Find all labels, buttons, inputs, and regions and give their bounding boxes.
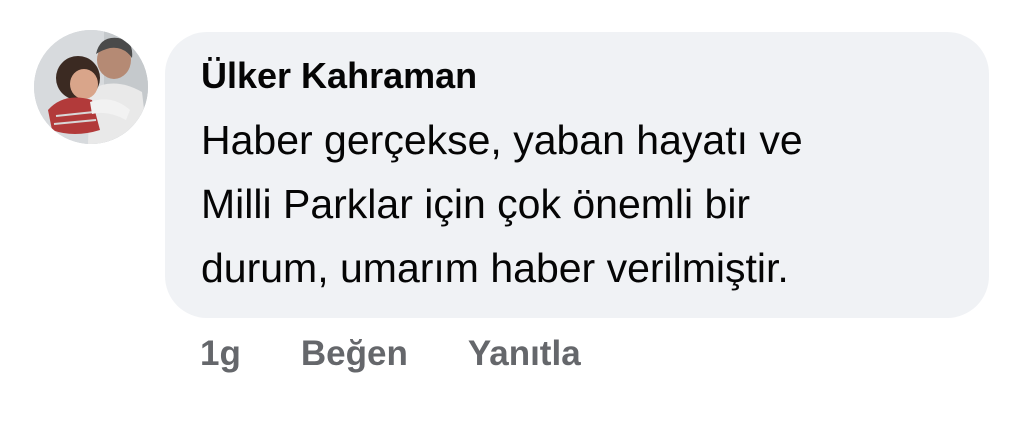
comment-text-line: Milli Parklar için çok önemli bir xyxy=(201,181,751,227)
comment-text: Haber gerçekse, yaban hayatı ve Milli Pa… xyxy=(201,108,953,300)
reply-button[interactable]: Yanıtla xyxy=(468,334,581,374)
avatar[interactable] xyxy=(34,30,148,144)
comment-author-name[interactable]: Ülker Kahraman xyxy=(201,54,953,98)
comment-text-line: Haber gerçekse, yaban hayatı ve xyxy=(201,117,803,163)
like-button[interactable]: Beğen xyxy=(301,334,408,374)
comment-actions: 1g Beğen Yanıtla xyxy=(200,330,581,378)
comment-text-line: durum, umarım haber verilmiştir. xyxy=(201,245,789,291)
profile-photo-icon xyxy=(34,30,148,144)
comment-timestamp[interactable]: 1g xyxy=(200,334,241,374)
comment-bubble: Ülker Kahraman Haber gerçekse, yaban hay… xyxy=(165,32,989,318)
